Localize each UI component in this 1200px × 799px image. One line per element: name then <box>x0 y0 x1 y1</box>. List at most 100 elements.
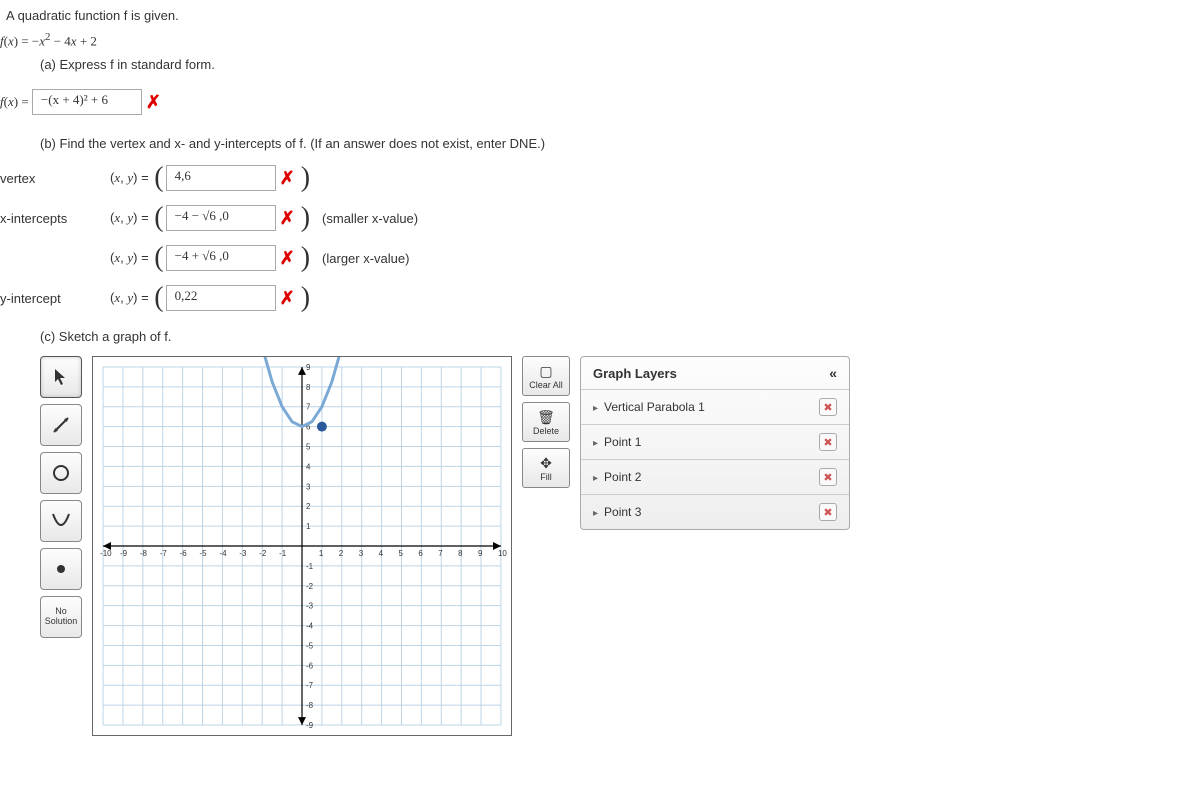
graph-layers-panel: Graph Layers « ▸ Vertical Parabola 1 ✖ ▸ P… <box>580 356 850 530</box>
svg-text:-5: -5 <box>306 642 314 651</box>
xy-label: (x, y) = <box>110 210 152 226</box>
trailing-smaller: (smaller x-value) <box>322 211 418 226</box>
layer-delete-icon[interactable]: ✖ <box>819 433 837 451</box>
tool-pointer[interactable] <box>40 356 82 398</box>
xy-label: (x, y) = <box>110 290 152 306</box>
vertex-input[interactable]: 4,6 <box>166 165 276 191</box>
svg-text:4: 4 <box>379 549 384 558</box>
wrong-icon: ✗ <box>280 208 295 229</box>
chevron-right-icon: ▸ <box>593 508 598 519</box>
yint-input[interactable]: 0,22 <box>166 285 276 311</box>
layers-title: Graph Layers <box>593 366 677 381</box>
delete-button[interactable]: 🗑 Delete <box>522 402 570 442</box>
svg-text:-2: -2 <box>259 549 267 558</box>
svg-text:4: 4 <box>306 463 311 472</box>
svg-text:-3: -3 <box>306 602 314 611</box>
wrong-icon: ✗ <box>280 288 295 309</box>
layer-label: Vertical Parabola 1 <box>604 400 705 414</box>
fill-button[interactable]: ✥ Fill <box>522 448 570 488</box>
wrong-icon: ✗ <box>146 92 161 113</box>
fill-icon: ✥ <box>540 455 552 472</box>
part-a-answer-row: f(x) = −(x + 4)² + 6 ✗ <box>0 86 1188 118</box>
layer-item[interactable]: ▸ Point 1 ✖ <box>581 424 849 459</box>
svg-text:-4: -4 <box>219 549 227 558</box>
xint1-input[interactable]: −4 − √6 ,0 <box>166 205 276 231</box>
layer-label: Point 1 <box>604 435 641 449</box>
layer-item[interactable]: ▸ Point 2 ✖ <box>581 459 849 494</box>
svg-text:10: 10 <box>498 549 507 558</box>
graph-side-actions: ▢ Clear All 🗑 Delete ✥ Fill <box>522 356 570 488</box>
svg-text:-9: -9 <box>120 549 128 558</box>
tool-no-solution[interactable]: No Solution <box>40 596 82 638</box>
collapse-icon[interactable]: « <box>829 365 837 381</box>
tool-point[interactable] <box>40 548 82 590</box>
xy-label: (x, y) = <box>110 170 152 186</box>
stop-icon: ▢ <box>539 363 552 380</box>
line-icon <box>51 415 71 435</box>
svg-text:3: 3 <box>359 549 364 558</box>
problem-intro: A quadratic function f is given. <box>6 8 1188 23</box>
tool-parabola[interactable] <box>40 500 82 542</box>
part-a-input[interactable]: −(x + 4)² + 6 <box>32 89 142 115</box>
svg-text:2: 2 <box>306 503 311 512</box>
fx-prefix: f(x) = <box>0 94 32 110</box>
tool-line[interactable] <box>40 404 82 446</box>
row-yint: y-intercept (x, y) = ( 0,22 ✗ ) <box>0 285 1188 311</box>
chevron-right-icon: ▸ <box>593 403 598 414</box>
graph-toolbox: No Solution <box>40 356 82 638</box>
chevron-right-icon: ▸ <box>593 438 598 449</box>
svg-text:1: 1 <box>306 522 311 531</box>
layer-delete-icon[interactable]: ✖ <box>819 503 837 521</box>
layer-item[interactable]: ▸ Vertical Parabola 1 ✖ <box>581 389 849 424</box>
svg-text:-4: -4 <box>306 622 314 631</box>
svg-text:8: 8 <box>306 383 311 392</box>
chevron-right-icon: ▸ <box>593 473 598 484</box>
function-definition: f(x) = −x2 − 4x + 2 <box>0 31 1188 49</box>
xy-label: (x, y) = <box>110 250 152 266</box>
layer-delete-icon[interactable]: ✖ <box>819 468 837 486</box>
no-solution-label-2: Solution <box>45 617 78 627</box>
trailing-larger: (larger x-value) <box>322 251 409 266</box>
svg-text:7: 7 <box>438 549 443 558</box>
clear-all-button[interactable]: ▢ Clear All <box>522 356 570 396</box>
row-vertex: vertex (x, y) = ( 4,6 ✗ ) <box>0 165 1188 191</box>
row-xint-smaller: x-intercepts (x, y) = ( −4 − √6 ,0 ✗ ) (… <box>0 205 1188 231</box>
svg-text:-3: -3 <box>239 549 247 558</box>
part-c-prompt: (c) Sketch a graph of f. <box>40 329 1188 344</box>
delete-label: Delete <box>533 426 559 436</box>
svg-text:-6: -6 <box>180 549 188 558</box>
layer-label: Point 2 <box>604 470 641 484</box>
layer-delete-icon[interactable]: ✖ <box>819 398 837 416</box>
svg-text:-1: -1 <box>306 562 314 571</box>
layer-label: Point 3 <box>604 505 641 519</box>
parabola-icon <box>50 510 72 532</box>
circle-icon <box>51 463 71 483</box>
svg-text:-9: -9 <box>306 721 314 730</box>
svg-text:-6: -6 <box>306 662 314 671</box>
svg-text:6: 6 <box>418 549 423 558</box>
svg-text:2: 2 <box>339 549 344 558</box>
svg-text:5: 5 <box>306 443 311 452</box>
graph-canvas[interactable]: -10-9-8-7-6-5-4-3-2-112345678910 -10-9-8… <box>92 356 512 736</box>
svg-text:9: 9 <box>478 549 483 558</box>
svg-text:-1: -1 <box>279 549 287 558</box>
svg-text:-8: -8 <box>140 549 148 558</box>
svg-text:-8: -8 <box>306 701 314 710</box>
svg-text:-2: -2 <box>306 582 314 591</box>
fill-label: Fill <box>540 472 552 482</box>
svg-text:5: 5 <box>398 549 403 558</box>
tool-circle[interactable] <box>40 452 82 494</box>
row-xint-larger: (x, y) = ( −4 + √6 ,0 ✗ ) (larger x-valu… <box>0 245 1188 271</box>
pointer-icon <box>54 368 68 386</box>
svg-text:-7: -7 <box>160 549 168 558</box>
xint2-input[interactable]: −4 + √6 ,0 <box>166 245 276 271</box>
svg-text:-7: -7 <box>306 682 314 691</box>
wrong-icon: ✗ <box>280 168 295 189</box>
label-xintercepts: x-intercepts <box>0 211 110 226</box>
layer-item[interactable]: ▸ Point 3 ✖ <box>581 494 849 529</box>
svg-text:9: 9 <box>306 363 311 372</box>
svg-text:-5: -5 <box>200 549 208 558</box>
layers-header: Graph Layers « <box>581 357 849 389</box>
wrong-icon: ✗ <box>280 248 295 269</box>
point-icon <box>54 562 68 576</box>
